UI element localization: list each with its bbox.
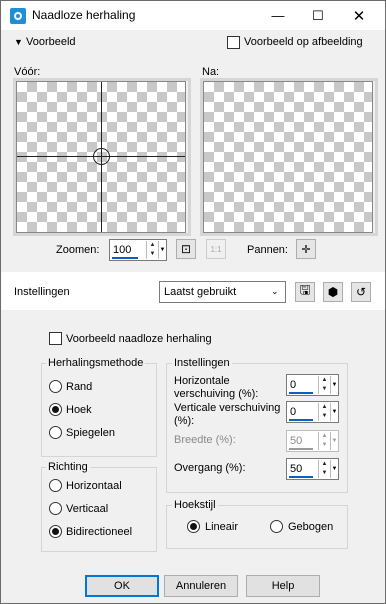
transition-arrows[interactable]: ▲ ▼ — [318, 460, 330, 478]
repeat-method-title: Herhalingsmethode — [46, 357, 146, 369]
preview-on-image-label: Voorbeeld op afbeelding — [244, 36, 363, 48]
radio-lineair-label: Lineair — [205, 521, 239, 533]
horizontal-offset-stepper[interactable]: 0 ▲ ▼ ▼ — [286, 374, 339, 396]
vertical-offset-value: 0 — [290, 406, 297, 418]
reset-button[interactable]: ↺ — [351, 282, 371, 302]
width-bar — [289, 448, 313, 450]
preset-value: Laatst gebruikt — [164, 286, 237, 298]
vertical-offset-stepper[interactable]: 0 ▲ ▼ ▼ — [286, 401, 339, 423]
zoom-fit-icon: ⊡ — [180, 242, 192, 256]
zoom-actual-button[interactable]: 1:1 — [206, 239, 226, 259]
radio-gebogen-label: Gebogen — [288, 521, 334, 533]
seamless-preview-label: Voorbeeld naadloze herhaling — [66, 333, 212, 345]
save-icon: 🖫 — [299, 282, 311, 297]
horizontal-offset-value: 0 — [290, 379, 297, 391]
width-arrows[interactable]: ▲ ▼ — [318, 432, 330, 450]
radio-spiegelen-label: Spiegelen — [66, 427, 115, 439]
transition-label: Overgang (%): — [174, 462, 246, 474]
preview-toggle[interactable]: ▼ Voorbeeld — [14, 36, 76, 48]
corner-style-title: Hoekstijl — [172, 499, 218, 511]
horizontal-offset-bar — [289, 392, 313, 394]
app-icon — [10, 8, 26, 24]
zoom-fit-button[interactable]: ⊡ — [176, 239, 196, 259]
before-preview[interactable] — [16, 81, 186, 233]
zoom-spin-arrows[interactable]: ▲ ▼ — [146, 241, 158, 259]
radio-gebogen[interactable] — [270, 520, 283, 533]
zoom-label: Zoomen: — [56, 244, 100, 256]
cube-icon: ⬢ — [327, 285, 339, 299]
radio-verticaal-label: Verticaal — [66, 503, 109, 515]
zoom-bar — [112, 257, 138, 259]
preview-on-image-checkbox[interactable] — [227, 36, 240, 49]
vertical-offset-bar — [289, 419, 313, 421]
seamless-preview-checkbox[interactable] — [49, 332, 62, 345]
radio-horizontaal[interactable] — [49, 479, 62, 492]
maximize-button[interactable]: ☐ — [303, 1, 333, 30]
triangle-down-icon: ▼ — [14, 37, 23, 47]
radio-bidirectioneel-label: Bidirectioneel — [66, 526, 133, 538]
help-button[interactable]: Help — [246, 575, 320, 597]
save-preset-button[interactable]: 🖫 — [295, 282, 315, 302]
radio-verticaal[interactable] — [49, 502, 62, 515]
zoom-1to1-icon: 1:1 — [210, 244, 222, 254]
pan-label: Pannen: — [247, 244, 288, 256]
radio-horizontaal-label: Horizontaal — [66, 480, 122, 492]
radio-rand[interactable] — [49, 380, 62, 393]
crosshair-circle-icon — [93, 148, 110, 165]
zoom-value: 100 — [113, 244, 132, 256]
preset-select[interactable]: Laatst gebruikt ⌄ — [159, 281, 286, 303]
title-bar: Naadloze herhaling — ☐ ✕ — [1, 1, 385, 30]
vertical-offset-dropdown[interactable]: ▼ — [330, 403, 338, 421]
width-label: Breedte (%): — [174, 434, 236, 446]
radio-hoek-label: Hoek — [66, 404, 92, 416]
transition-value: 50 — [290, 463, 303, 475]
direction-title: Richting — [46, 461, 90, 473]
width-stepper[interactable]: 50 ▲ ▼ ▼ — [286, 430, 339, 452]
zoom-dropdown-arrow[interactable]: ▼ — [158, 241, 166, 259]
radio-spiegelen[interactable] — [49, 426, 62, 439]
preview-toggle-label: Voorbeeld — [25, 36, 76, 48]
after-label: Na: — [202, 66, 220, 78]
horizontal-offset-label: Horizontale verschuiving (%): — [174, 375, 259, 400]
ok-button[interactable]: OK — [85, 575, 159, 597]
transition-stepper[interactable]: 50 ▲ ▼ ▼ — [286, 458, 339, 480]
zoom-stepper[interactable]: 100 ▲ ▼ ▼ — [109, 239, 167, 261]
move-icon: ✛ — [301, 243, 311, 256]
transition-bar — [289, 476, 313, 478]
before-label: Vóór: — [14, 66, 41, 78]
radio-hoek[interactable] — [49, 403, 62, 416]
dialog-window: Naadloze herhaling — ☐ ✕ ▼ Voorbeeld Voo… — [0, 0, 386, 604]
minimize-button[interactable]: — — [263, 1, 293, 30]
settings-group-title: Instellingen — [172, 357, 232, 369]
cancel-button[interactable]: Annuleren — [164, 575, 238, 597]
pan-button[interactable]: ✛ — [296, 239, 316, 259]
after-preview — [203, 81, 373, 233]
horizontal-offset-dropdown[interactable]: ▼ — [330, 376, 338, 394]
close-button[interactable]: ✕ — [344, 1, 374, 30]
chevron-down-icon: ⌄ — [271, 286, 279, 296]
transition-dropdown[interactable]: ▼ — [330, 460, 338, 478]
radio-bidirectioneel[interactable] — [49, 525, 62, 538]
width-value: 50 — [290, 435, 303, 447]
vertical-offset-label: Verticale verschuiving (%): — [174, 402, 281, 427]
manage-presets-button[interactable]: ⬢ — [323, 282, 343, 302]
vertical-offset-arrows[interactable]: ▲ ▼ — [318, 403, 330, 421]
horizontal-offset-arrows[interactable]: ▲ ▼ — [318, 376, 330, 394]
window-title: Naadloze herhaling — [32, 8, 136, 22]
settings-bar-label: Instellingen — [14, 286, 70, 298]
radio-lineair[interactable] — [187, 520, 200, 533]
width-dropdown[interactable]: ▼ — [330, 432, 338, 450]
reset-icon: ↺ — [355, 285, 367, 299]
radio-rand-label: Rand — [66, 381, 93, 393]
